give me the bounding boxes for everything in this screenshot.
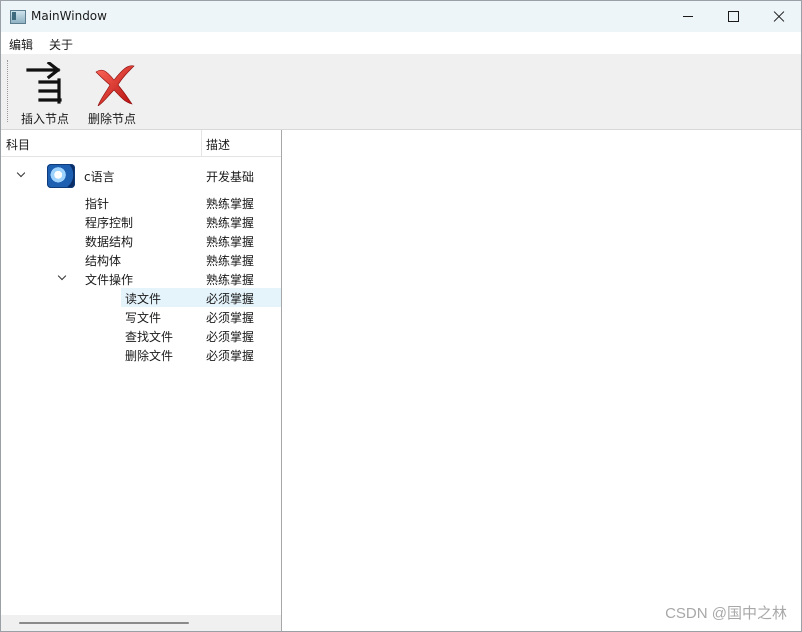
- insert-node-button[interactable]: 插入节点: [14, 60, 76, 126]
- menu-edit[interactable]: 编辑: [9, 36, 33, 53]
- tree-widget[interactable]: 科目 描述 c语言 开发基础 指针 熟练掌握 程序控制 熟练掌握 数据结构 熟练…: [1, 130, 282, 631]
- tree-item-name: 写文件: [125, 311, 162, 325]
- tree-row[interactable]: c语言 开发基础: [1, 164, 281, 188]
- window-title: MainWindow: [31, 9, 107, 23]
- header-subject[interactable]: 科目: [6, 136, 30, 153]
- chevron-down-icon[interactable]: [16, 168, 26, 178]
- close-button[interactable]: [756, 1, 802, 32]
- insert-arrow-icon: [26, 62, 62, 104]
- main-window: MainWindow 编辑 关于 插入节点 删除节点 科目 描述 c语言 开发基…: [0, 0, 802, 632]
- header-description[interactable]: 描述: [206, 136, 230, 153]
- tree-row[interactable]: 程序控制 熟练掌握: [1, 212, 281, 231]
- delete-x-icon: [95, 65, 135, 106]
- tree-header: 科目 描述: [1, 130, 281, 157]
- tree-item-desc: 熟练掌握: [206, 235, 255, 249]
- app-window-icon: [10, 10, 26, 24]
- tree-item-desc: 熟练掌握: [206, 216, 255, 230]
- tree-item-name: 结构体: [85, 254, 122, 268]
- watermark: CSDN @国中之林: [665, 605, 787, 622]
- delete-node-button[interactable]: 删除节点: [81, 60, 143, 126]
- tree-row[interactable]: 结构体 熟练掌握: [1, 250, 281, 269]
- tree-row[interactable]: 指针 熟练掌握: [1, 193, 281, 212]
- tree-item-desc: 必须掌握: [206, 349, 255, 363]
- tree-item-name: 读文件: [125, 292, 162, 306]
- tree-item-desc: 熟练掌握: [206, 197, 255, 211]
- tree-item-desc: 熟练掌握: [206, 273, 255, 287]
- scrollbar-thumb[interactable]: [19, 622, 189, 624]
- header-divider[interactable]: [201, 130, 202, 156]
- content-pane: [282, 130, 801, 631]
- minimize-button[interactable]: [664, 1, 710, 32]
- c-language-node-icon: [47, 164, 75, 188]
- toolbar-grip[interactable]: [7, 60, 9, 122]
- tree-row[interactable]: 查找文件 必须掌握: [1, 326, 281, 345]
- menu-bar: 编辑 关于: [1, 32, 801, 54]
- tree-item-desc: 开发基础: [206, 170, 255, 184]
- tree-item-name: 程序控制: [85, 216, 134, 230]
- tree-item-name: 文件操作: [85, 273, 134, 287]
- menu-about[interactable]: 关于: [49, 36, 73, 53]
- insert-node-label: 插入节点: [20, 112, 69, 126]
- chevron-down-icon[interactable]: [57, 271, 67, 281]
- maximize-button[interactable]: [710, 1, 756, 32]
- tree-item-desc: 必须掌握: [206, 330, 255, 344]
- tree-row[interactable]: 删除文件 必须掌握: [1, 345, 281, 364]
- tree-row[interactable]: 文件操作 熟练掌握: [1, 269, 281, 288]
- tree-item-name: 查找文件: [125, 330, 174, 344]
- tree-item-desc: 必须掌握: [206, 311, 255, 325]
- horizontal-scrollbar[interactable]: [1, 615, 281, 631]
- tree-item-name: 指针: [85, 197, 110, 211]
- tree-row[interactable]: 写文件 必须掌握: [1, 307, 281, 326]
- tree-item-name: c语言: [84, 170, 115, 184]
- delete-node-label: 删除节点: [87, 112, 136, 126]
- tree-row[interactable]: 数据结构 熟练掌握: [1, 231, 281, 250]
- tree-item-name: 删除文件: [125, 349, 174, 363]
- toolbar: 插入节点 删除节点: [1, 54, 801, 130]
- tree-row-selected[interactable]: 读文件 必须掌握: [1, 288, 281, 307]
- tree-item-desc: 熟练掌握: [206, 254, 255, 268]
- tree-item-desc: 必须掌握: [206, 292, 255, 306]
- tree-item-name: 数据结构: [85, 235, 134, 249]
- title-bar[interactable]: MainWindow: [1, 1, 801, 33]
